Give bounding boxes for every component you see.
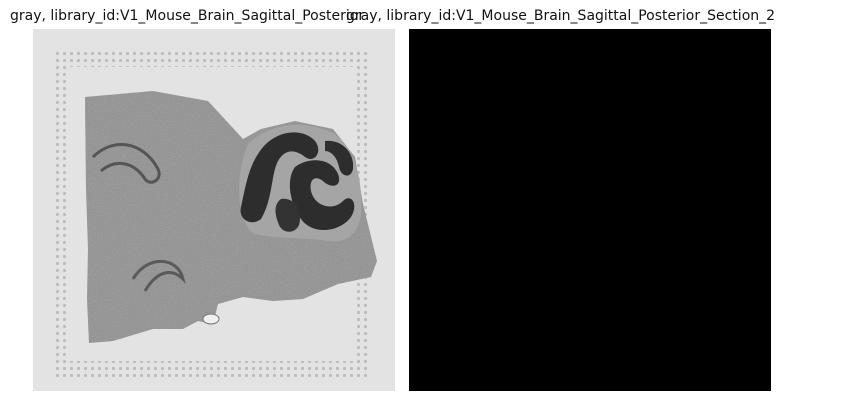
panel-title-left: gray, library_id:V1_Mouse_Brain_Sagittal… bbox=[10, 8, 365, 24]
tissue-image bbox=[53, 51, 377, 377]
brain-tissue bbox=[85, 91, 377, 343]
black-image-panel bbox=[409, 29, 771, 391]
panel-title-right: gray, library_id:V1_Mouse_Brain_Sagittal… bbox=[346, 8, 776, 24]
tissue-image-panel bbox=[33, 29, 395, 391]
